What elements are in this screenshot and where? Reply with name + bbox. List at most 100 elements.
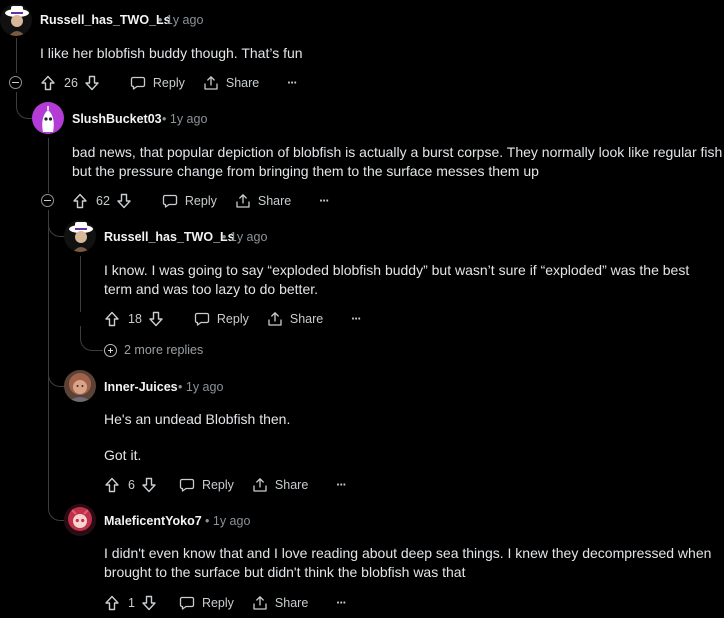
comment-actions: 26 Reply Share ··· [40,71,298,95]
reply-label: Reply [216,312,249,326]
more-options-icon[interactable]: ··· [336,596,346,610]
avatar-image [64,370,96,402]
share-button[interactable]: Share [252,595,308,611]
reply-bubble-icon [179,596,195,610]
vote-count: 26 [64,76,78,90]
avatar[interactable] [64,220,96,252]
comment-body: He's an undead Blobfish then. [104,411,291,427]
collapse-icon[interactable] [9,76,22,89]
comment-age: • 1y ago [162,112,208,126]
comment-actions: 6 Reply Share ··· [104,473,347,497]
comment-body: bad news, that popular depiction of blob… [72,143,722,181]
reply-label: Reply [201,596,234,610]
avatar-image [64,220,96,252]
expand-plus-icon [104,343,117,357]
reply-button[interactable]: Reply [179,595,234,611]
avatar[interactable] [0,4,32,36]
comment-age-text: 1y ago [165,13,204,27]
more-replies-link[interactable]: 2 more replies [104,343,203,357]
avatar-image [32,102,64,134]
comment-age: • 1y ago [158,13,204,27]
reply-label: Reply [184,194,217,208]
comment-actions: 1 Reply Share ··· [104,591,347,615]
vote-count: 1 [128,596,135,610]
thread-connector [80,326,103,351]
more-options-icon[interactable]: ··· [319,194,329,208]
reply-bubble-icon [162,194,178,208]
comment-body: I didn't even know that and I love readi… [104,544,711,582]
avatar[interactable] [64,504,96,536]
comment-author[interactable]: Russell_has_TWO_Ls [40,13,171,27]
comment-author[interactable]: Russell_has_TWO_Ls [104,230,235,244]
reply-button[interactable]: Reply [162,193,217,209]
share-icon [268,312,282,326]
reply-button[interactable]: Reply [179,477,234,493]
upvote-icon[interactable] [104,477,120,493]
more-options-icon[interactable]: ··· [351,312,361,326]
thread-line [48,138,49,193]
share-label: Share [225,76,260,90]
share-label: Share [289,312,324,326]
share-button[interactable]: Share [235,193,291,209]
upvote-icon[interactable] [72,193,88,209]
upvote-icon[interactable] [40,75,56,91]
comment-age: • 1y ago [222,230,268,244]
downvote-icon[interactable] [84,75,100,91]
share-icon [204,76,218,90]
thread-line [48,210,49,500]
comment-age-text: 1y ago [169,112,208,126]
vote-count: 6 [128,478,135,492]
vote-count: 18 [128,312,142,326]
more-options-icon[interactable]: ··· [336,478,346,492]
share-icon [253,596,267,610]
reply-bubble-icon [194,312,210,326]
collapse-icon[interactable] [41,194,54,207]
avatar[interactable] [32,102,64,134]
share-label: Share [274,478,309,492]
comment-line: I know. I was going to say “exploded blo… [104,262,690,278]
reply-label: Reply [201,478,234,492]
comment-age: • 1y ago [178,380,224,394]
downvote-icon[interactable] [141,595,157,611]
more-replies-label: 2 more replies [124,343,204,357]
comment-line: I didn't even know that and I love readi… [104,545,712,561]
comment-actions: 18 Reply Share ··· [104,307,362,331]
comment-body: Got it. [104,447,142,463]
reply-button[interactable]: Reply [130,75,185,91]
comment-body: I like her blobfish buddy though. That’s… [40,45,303,61]
reply-bubble-icon [179,478,195,492]
reply-label: Reply [152,76,185,90]
share-label: Share [257,194,292,208]
avatar-image [0,4,32,36]
comment-age-text: 1y ago [185,380,224,394]
upvote-icon[interactable] [104,595,120,611]
share-button[interactable]: Share [267,311,323,327]
comment-author[interactable]: MaleficentYoko7 [104,514,202,528]
share-icon [236,194,250,208]
comment-line: brought to the surface but didn't think … [104,564,466,580]
comment-age-text: 1y ago [229,230,268,244]
reply-button[interactable]: Reply [194,311,249,327]
comment-actions: 62 Reply Share ··· [72,189,330,213]
thread-line [80,256,81,312]
share-button[interactable]: Share [252,477,308,493]
avatar[interactable] [64,370,96,402]
more-options-icon[interactable]: ··· [287,76,297,90]
share-icon [253,478,267,492]
comment-line: but the pressure change from bringing th… [72,163,539,179]
downvote-icon[interactable] [148,311,164,327]
comment-age: • 1y ago [205,514,251,528]
comment-author[interactable]: SlushBucket03 [72,112,162,126]
avatar-image [64,504,96,536]
downvote-icon[interactable] [141,477,157,493]
comment-age-text: 1y ago [212,514,251,528]
comment-line: bad news, that popular depiction of blob… [72,144,723,160]
share-label: Share [274,596,309,610]
share-button[interactable]: Share [203,75,259,91]
comment-body: I know. I was going to say “exploded blo… [104,261,689,299]
downvote-icon[interactable] [116,193,132,209]
comment-author[interactable]: Inner-Juices [104,380,178,394]
vote-count: 62 [96,194,110,208]
upvote-icon[interactable] [104,311,120,327]
comment-line: term and was too lazy to do better. [104,281,319,297]
